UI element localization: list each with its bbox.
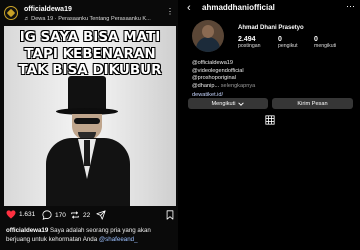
stat-label: mengikuti [314,43,337,49]
image-text-line-3: TAK BISA DIKUBUR [18,62,162,78]
comment-count: 170 [55,211,66,219]
profile-bio: @officialdewa19 @videolegendofficial @pr… [192,60,352,90]
send-message-label: Kirim Pesan [297,100,328,107]
more-options-icon[interactable]: ⋮ [166,7,174,16]
avatar-head [202,25,214,38]
profile-handle: ahmaddhaniofficial [202,3,275,12]
bio-line[interactable]: @officialdewa19 [192,60,352,68]
bookmark-icon [166,210,174,220]
stat-followers[interactable]: 0 pengikut [278,36,298,49]
like-count: 1.631 [19,211,36,218]
like-button[interactable]: 1.631 [6,210,35,219]
bio-line[interactable]: @videolegendofficial [192,68,352,76]
chevron-down-icon [238,101,245,106]
post-header: officialdewa19 ♬ Dewa 19 · Perasaanku Te… [4,4,176,26]
caption-mention[interactable]: @shafeeand_ [99,236,138,243]
bio-mention[interactable]: @dhanip... [192,83,219,89]
bio-line: @dhanip... selengkapnya [192,83,352,91]
save-button[interactable] [166,210,174,220]
tie [84,140,90,166]
send-message-button[interactable]: Kirim Pesan [272,98,353,109]
repost-count: 22 [83,211,91,219]
repost-icon [71,211,79,219]
stat-value: 0 [314,36,318,43]
send-icon [96,210,106,220]
following-label: Mengikuti [211,100,236,107]
comment-button[interactable]: 170 [42,210,66,220]
profile-full-name: Ahmad Dhani Prasetyo [238,25,304,31]
dewa-logo-icon [6,8,16,18]
image-text-line-2: TAPI KEBENARAN [24,46,156,62]
sunglasses [74,118,100,124]
grid-icon [265,115,275,125]
profile-top-bar: ‹ ahmaddhaniofficial ⋯ [182,0,360,18]
stat-label: postingan [238,43,261,49]
stat-posts[interactable]: 2.494 postingan [238,36,261,49]
repost-button[interactable]: 22 [70,210,90,220]
avatar-body [196,37,220,52]
profile-stats: 2.494 postingan 0 pengikut 0 mengikuti [238,36,356,54]
top-hat [68,76,106,110]
heart-icon [6,210,16,219]
bio-line[interactable]: @proshoporiginal [192,75,352,83]
image-text-line-1: IG SAYA BISA MATI [19,29,161,45]
see-more-link[interactable]: selengkapnya [221,83,256,89]
posts-grid-empty [182,128,360,250]
post-panel: officialdewa19 ♬ Dewa 19 · Perasaanku Te… [0,0,178,250]
post-username[interactable]: officialdewa19 [24,6,72,13]
comment-icon [42,210,52,220]
post-song-label[interactable]: ♬ Dewa 19 · Perasaanku Tentang Perasaank… [24,16,151,22]
post-caption: officialdewa19 Saya adalah seorang pria … [6,226,174,244]
post-image[interactable]: IG SAYA BISA MATI TAPI KEBENARAN TAK BIS… [4,26,176,206]
profile-avatar[interactable] [192,20,224,52]
more-options-icon[interactable]: ⋯ [346,1,355,12]
back-arrow-icon[interactable]: ‹ [187,2,191,14]
caption-username[interactable]: officialdewa19 [6,227,48,234]
posts-grid-tab[interactable] [182,114,360,126]
post-actions: 1.631 170 22 [6,210,174,222]
stat-value: 0 [278,36,282,43]
stat-value: 2.494 [238,36,256,43]
stat-label: pengikut [278,43,298,49]
share-button[interactable] [96,210,106,220]
following-button[interactable]: Mengikuti [188,98,268,109]
post-avatar[interactable] [4,6,18,20]
stat-following[interactable]: 0 mengikuti [314,36,336,49]
profile-panel: ‹ ahmaddhaniofficial ⋯ Ahmad Dhani Prase… [182,0,360,250]
